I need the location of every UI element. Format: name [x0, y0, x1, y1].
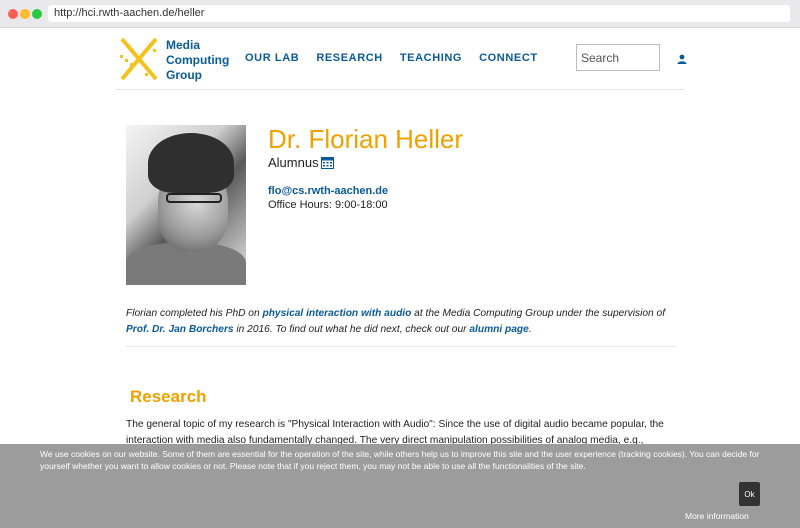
- cookie-banner: We use cookies on our website. Some of t…: [0, 444, 800, 528]
- link-jan-borchers[interactable]: Prof. Dr. Jan Borchers: [126, 324, 234, 335]
- minimize-window-button[interactable]: [20, 9, 30, 19]
- main-nav: OUR LAB RESEARCH TEACHING CONNECT: [245, 52, 538, 64]
- nav-connect[interactable]: CONNECT: [479, 52, 538, 64]
- logo-line: Computing: [166, 53, 230, 67]
- bio-text: at the Media Computing Group under the s…: [411, 308, 666, 319]
- email-link[interactable]: flo@cs.rwth-aachen.de: [268, 185, 388, 197]
- logo-text[interactable]: Media Computing Group: [166, 38, 229, 83]
- profile-photo: [126, 125, 246, 285]
- search-input[interactable]: [576, 44, 660, 71]
- photo-glasses: [166, 193, 222, 203]
- bio-text: in 2016. To find out what he did next, c…: [233, 324, 470, 335]
- office-hours: Office Hours: 9:00-18:00: [268, 199, 388, 211]
- close-window-button[interactable]: [8, 9, 18, 19]
- user-icon[interactable]: [677, 54, 687, 64]
- cookie-text: We use cookies on our website. Some of t…: [40, 449, 760, 471]
- logo-line: Media: [166, 38, 201, 52]
- section-divider: [126, 346, 676, 347]
- link-alumni-page[interactable]: alumni page: [469, 324, 528, 335]
- mcg-logo-icon[interactable]: [119, 37, 159, 81]
- nav-research[interactable]: RESEARCH: [316, 52, 383, 64]
- bio-text: Florian completed his PhD on: [126, 308, 263, 319]
- more-information-link[interactable]: More information: [685, 511, 749, 521]
- bio-text: .: [528, 324, 532, 335]
- logo-line: Group: [166, 68, 202, 82]
- address-bar[interactable]: http://hci.rwth-aachen.de/heller: [48, 5, 790, 22]
- profile-name: Dr. Florian Heller: [268, 124, 464, 154]
- profile-role: Alumnus: [268, 155, 319, 170]
- cookie-ok-button[interactable]: Ok: [739, 482, 760, 506]
- link-physical-interaction[interactable]: physical interaction with audio: [262, 308, 411, 319]
- site-header: Media Computing Group OUR LAB RESEARCH T…: [115, 28, 687, 90]
- nav-our-lab[interactable]: OUR LAB: [245, 52, 299, 64]
- calendar-icon[interactable]: [321, 156, 334, 169]
- browser-chrome: http://hci.rwth-aachen.de/heller: [0, 0, 800, 28]
- research-heading: Research: [130, 387, 207, 406]
- photo-hair: [148, 133, 234, 193]
- bio-paragraph: Florian completed his PhD on physical in…: [126, 306, 676, 338]
- nav-teaching[interactable]: TEACHING: [400, 52, 462, 64]
- maximize-window-button[interactable]: [32, 9, 42, 19]
